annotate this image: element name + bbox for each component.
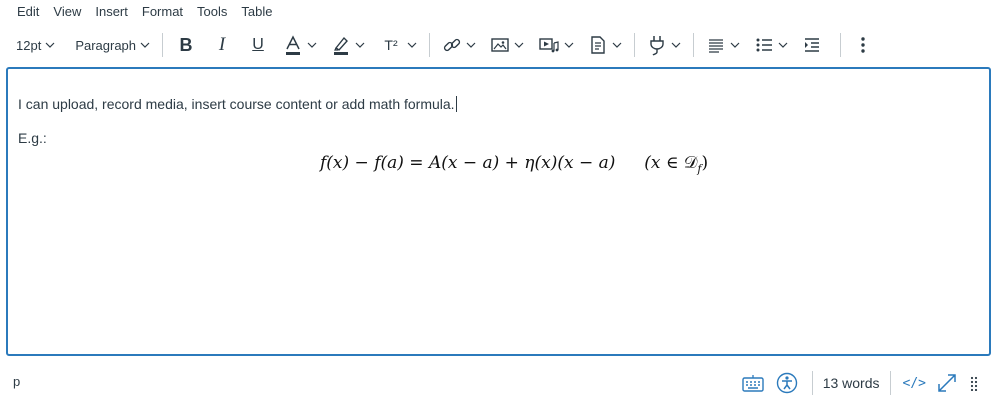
toolbar-divider (634, 33, 636, 57)
bullet-list-icon (756, 38, 773, 52)
chevron-down-icon (407, 42, 417, 48)
font-size-select[interactable]: 12pt (12, 31, 59, 59)
highlight-color-button[interactable] (327, 31, 369, 59)
apps-plugin-button[interactable] (643, 31, 685, 59)
chevron-down-icon (140, 42, 150, 48)
chevron-down-icon (778, 42, 788, 48)
expand-icon (938, 374, 956, 392)
italic-icon: I (218, 34, 226, 55)
resize-handle[interactable] (968, 370, 980, 396)
menu-view[interactable]: View (46, 1, 88, 23)
link-button[interactable] (438, 31, 480, 59)
underline-icon: U (252, 36, 264, 53)
toolbar: 12pt Paragraph B I U T² (0, 28, 998, 62)
align-button[interactable] (702, 31, 744, 59)
menu-tools[interactable]: Tools (190, 1, 234, 23)
accessibility-icon (776, 372, 797, 394)
chevron-down-icon (564, 42, 574, 48)
status-divider (811, 371, 813, 395)
menu-format[interactable]: Format (135, 1, 190, 23)
more-options-button[interactable] (855, 31, 871, 59)
chevron-down-icon (612, 42, 622, 48)
underline-button[interactable]: U (243, 31, 273, 59)
menu-edit[interactable]: Edit (10, 1, 46, 23)
bold-icon: B (179, 34, 193, 55)
menu-table[interactable]: Table (234, 1, 279, 23)
image-icon (491, 38, 509, 52)
toolbar-divider (693, 33, 695, 57)
plug-icon (650, 36, 664, 56)
chevron-down-icon (466, 42, 476, 48)
chevron-down-icon (355, 42, 365, 48)
keyboard-icon (742, 375, 764, 392)
text-color-button[interactable] (279, 31, 321, 59)
superscript-icon: T² (384, 37, 398, 53)
paragraph-example-label[interactable]: E.g.: (18, 128, 979, 148)
keyboard-shortcuts-button[interactable] (740, 370, 766, 396)
editor-content-area[interactable]: I can upload, record media, insert cours… (6, 67, 991, 356)
menu-insert[interactable]: Insert (88, 1, 135, 23)
chevron-down-icon (514, 42, 524, 48)
align-left-icon (709, 39, 724, 53)
list-button[interactable] (750, 31, 792, 59)
math-formula[interactable]: f(x) − f(a) = A(x − a) + η(x)(x − a) (x … (320, 153, 708, 175)
more-vertical-icon (861, 37, 865, 53)
toolbar-divider (162, 33, 164, 57)
formula-condition-close: ) (701, 153, 709, 173)
block-format-select[interactable]: Paragraph (71, 31, 154, 59)
block-format-value: Paragraph (75, 37, 137, 53)
chevron-down-icon (730, 42, 740, 48)
status-bar: p 13 words </> (0, 362, 998, 404)
text-caret (455, 96, 457, 112)
toolbar-divider (429, 33, 431, 57)
chevron-down-icon (671, 42, 681, 48)
text-color-icon (286, 35, 301, 55)
toolbar-divider (840, 33, 842, 57)
media-icon (539, 38, 559, 53)
status-divider (889, 371, 891, 395)
document-button[interactable] (584, 31, 626, 59)
link-icon (443, 38, 461, 52)
media-button[interactable] (534, 31, 578, 59)
chevron-down-icon (45, 42, 55, 48)
document-icon (591, 36, 605, 54)
formula-expression: f(x) − f(a) = A(x − a) + η(x)(x − a) (320, 153, 616, 173)
font-size-value: 12pt (16, 37, 42, 53)
indent-button[interactable] (798, 31, 826, 59)
chevron-down-icon (307, 42, 317, 48)
paragraph[interactable]: I can upload, record media, insert cours… (18, 94, 979, 114)
menu-bar: Edit View Insert Format Tools Table (0, 0, 998, 24)
bold-button[interactable]: B (171, 31, 201, 59)
paragraph-text: I can upload, record media, insert cours… (18, 96, 455, 112)
highlighter-icon (334, 36, 349, 55)
word-count[interactable]: 13 words (823, 375, 880, 391)
superscript-button[interactable]: T² (375, 31, 421, 59)
formula-domain-symbol: 𝒟 (683, 153, 698, 173)
image-button[interactable] (486, 31, 528, 59)
accessibility-checker-button[interactable] (774, 370, 800, 396)
italic-button[interactable]: I (207, 31, 237, 59)
fullscreen-button[interactable] (934, 370, 960, 396)
element-path[interactable]: p (13, 374, 20, 389)
indent-icon (805, 38, 820, 52)
formula-condition-open: (x ∈ (644, 153, 684, 173)
html-editor-toggle[interactable]: </> (903, 376, 926, 391)
status-bar-actions: 13 words </> (736, 368, 984, 398)
drag-handle-icon (970, 376, 978, 391)
